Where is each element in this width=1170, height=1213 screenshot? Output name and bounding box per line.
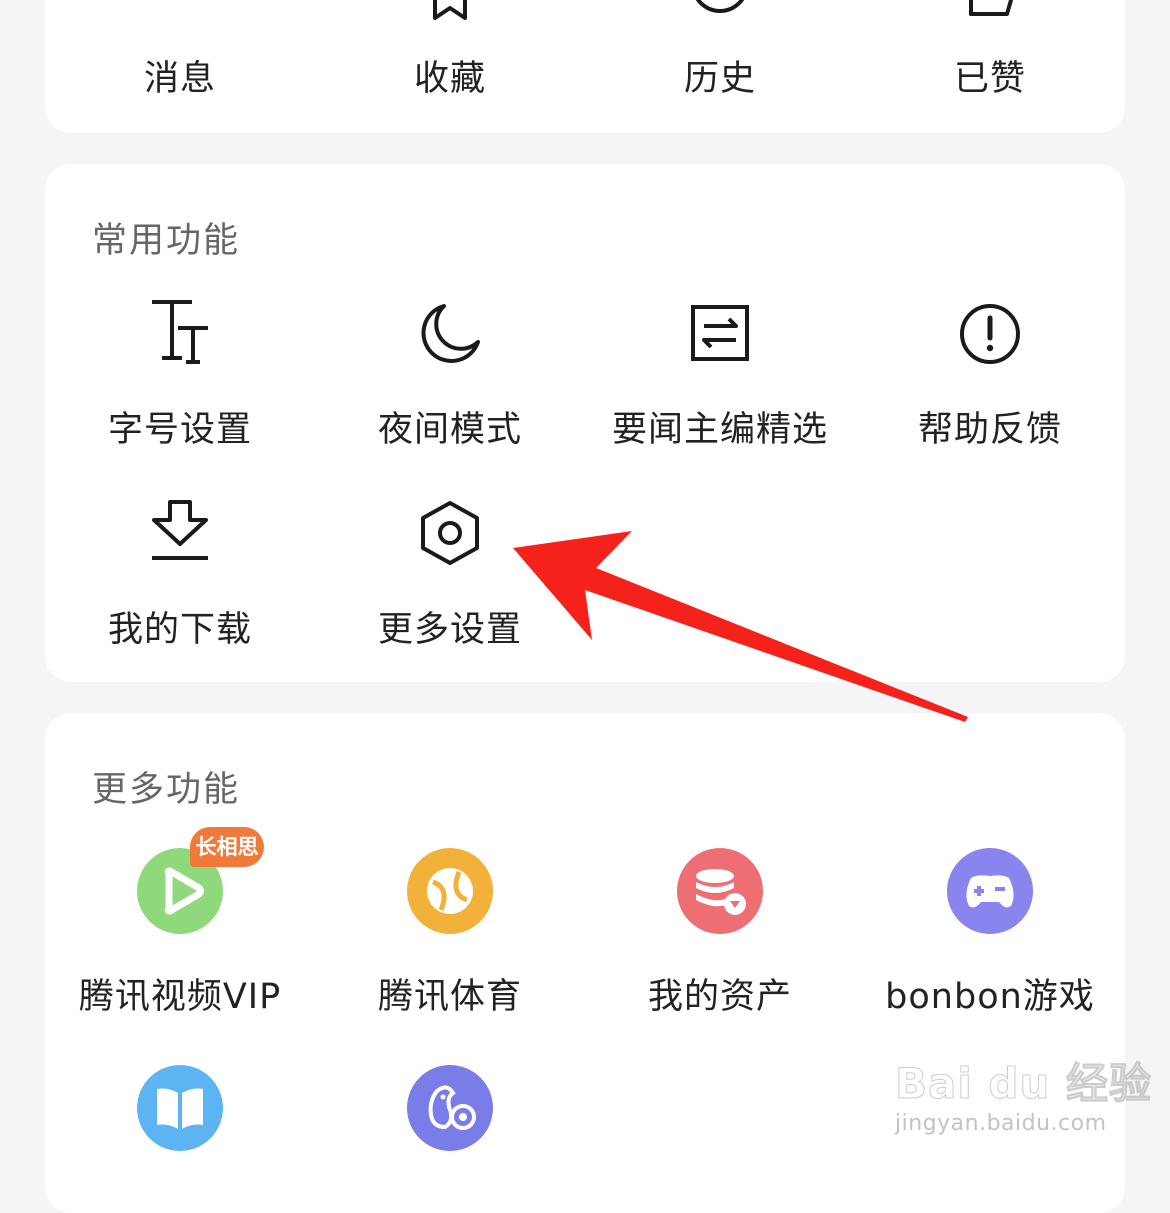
watermark: Bai du 经验 jingyan.baidu.com [895,1050,1152,1137]
annotation-arrow [513,531,968,722]
watermark-logo-text: Bai du 经验 [895,1059,1152,1109]
watermark-url: jingyan.baidu.com [895,1111,1107,1136]
